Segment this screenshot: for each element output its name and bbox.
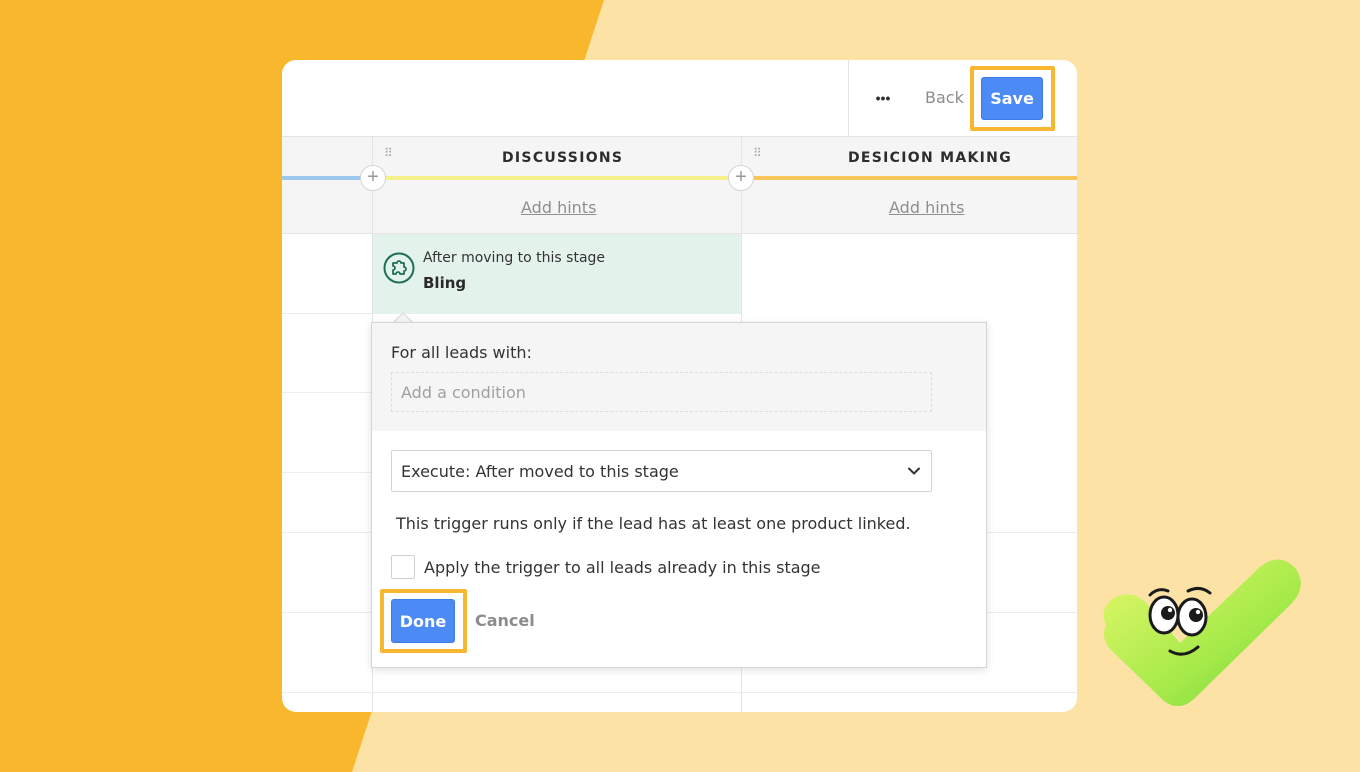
previous-stage-line [282, 176, 362, 180]
checkmark-mascot-icon [1103, 559, 1301, 707]
drag-handle-icon[interactable]: ⠿ [384, 147, 394, 165]
apply-all-label[interactable]: Apply the trigger to all leads already i… [424, 558, 821, 577]
trigger-settings-popover: For all leads with: Execute: After moved… [371, 322, 987, 668]
top-bar-actions: ••• Back Save [848, 60, 1077, 137]
back-button[interactable]: Back [925, 88, 964, 107]
add-stage-plus-icon[interactable]: + [360, 165, 386, 191]
add-stage-plus-icon[interactable]: + [728, 165, 754, 191]
condition-section: For all leads with: [372, 323, 986, 431]
puzzle-piece-icon [383, 252, 415, 284]
add-hints-link[interactable]: Add hints [521, 198, 596, 217]
chevron-down-icon [908, 467, 920, 475]
condition-input[interactable] [391, 372, 932, 412]
row-divider [282, 692, 1077, 693]
stage-title-discussions[interactable]: DISCUSSIONS [502, 150, 623, 166]
save-button[interactable]: Save [981, 77, 1043, 120]
trigger-subtitle: After moving to this stage [423, 250, 606, 266]
row-divider [282, 392, 372, 393]
cancel-button[interactable]: Cancel [475, 611, 535, 630]
apply-all-checkbox[interactable] [391, 555, 415, 579]
leads-label: For all leads with: [391, 343, 532, 362]
drag-handle-icon[interactable]: ⠿ [753, 147, 763, 165]
stage-title-decision-making[interactable]: DESICION MAKING [848, 150, 1012, 166]
add-hints-link[interactable]: Add hints [889, 198, 964, 217]
discussions-stage-line [386, 176, 731, 180]
execute-selected-value: Execute: After moved to this stage [401, 462, 679, 481]
decision-stage-line [754, 176, 1077, 180]
execute-select[interactable]: Execute: After moved to this stage [391, 450, 932, 492]
trigger-card[interactable]: After moving to this stage Bling [373, 234, 741, 314]
row-divider [282, 313, 372, 314]
row-divider [282, 472, 372, 473]
trigger-name: Bling [423, 274, 467, 292]
ellipsis-icon[interactable]: ••• [871, 86, 895, 110]
done-button[interactable]: Done [391, 599, 455, 643]
trigger-info-text: This trigger runs only if the lead has a… [396, 514, 911, 533]
top-bar: ••• Back Save [282, 60, 1077, 137]
